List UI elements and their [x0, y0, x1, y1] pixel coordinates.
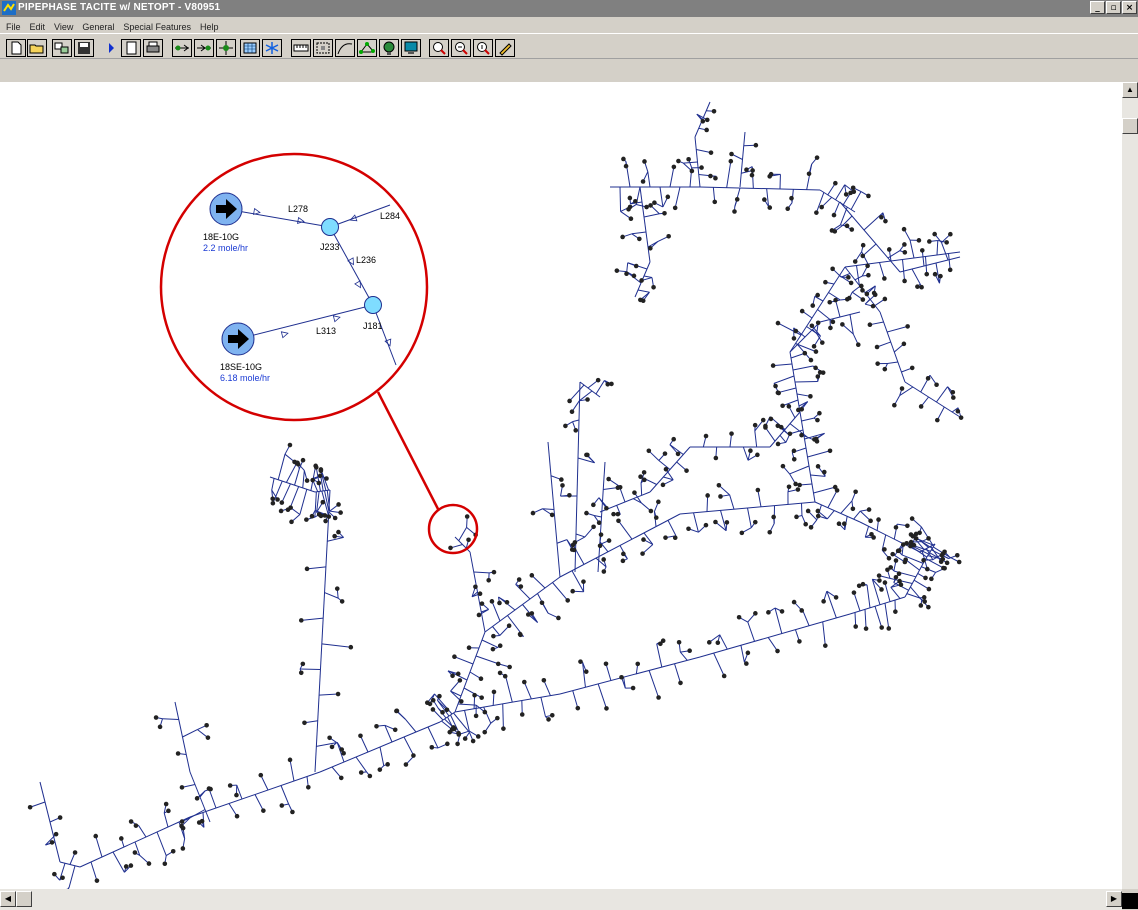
junction-label-j233: J233 — [320, 242, 340, 252]
link-label-l313: L313 — [316, 326, 336, 336]
source-label-1: 18E-10G — [203, 232, 239, 242]
page-icon[interactable] — [121, 39, 141, 57]
toolbar — [0, 33, 1138, 83]
globe-icon[interactable] — [379, 39, 399, 57]
print-icon[interactable] — [143, 39, 163, 57]
highlight-circle — [427, 503, 479, 555]
source-rate-2: 6.18 mole/hr — [220, 373, 270, 383]
vertical-scrollbar[interactable]: ▲ — [1122, 82, 1138, 889]
horizontal-scrollbar[interactable]: ◀ ▶ — [0, 889, 1122, 910]
window-title: PIPEPHASE TACITE w/ NETOPT - V80951 — [18, 2, 221, 13]
close-button[interactable]: × — [1122, 1, 1137, 14]
zoom-out-icon[interactable] — [473, 39, 493, 57]
monitor-icon[interactable] — [401, 39, 421, 57]
open-folder-icon[interactable] — [27, 39, 47, 57]
maximize-button[interactable]: ▫ — [1106, 1, 1121, 14]
scroll-thumb-horizontal[interactable] — [16, 891, 32, 907]
source-node-18se-10g[interactable] — [221, 322, 255, 356]
new-file-icon[interactable] — [6, 39, 26, 57]
network-canvas[interactable]: 18E-10G 2.2 mole/hr 18SE-10G 6.18 mole/h… — [0, 82, 1122, 889]
source-rate-1: 2.2 mole/hr — [203, 243, 248, 253]
sink-node-icon[interactable] — [194, 39, 214, 57]
pipe-links — [29, 101, 962, 889]
curve-icon[interactable] — [335, 39, 355, 57]
save-icon[interactable] — [74, 39, 94, 57]
source-node-icon[interactable] — [172, 39, 192, 57]
junction-node-j233[interactable] — [321, 218, 339, 236]
fit-view-icon[interactable] — [313, 39, 333, 57]
run-icon[interactable] — [101, 39, 121, 57]
minimize-button[interactable]: _ — [1090, 1, 1105, 14]
junction-node-icon[interactable] — [216, 39, 236, 57]
network-icon[interactable] — [357, 39, 377, 57]
import-icon[interactable] — [52, 39, 72, 57]
junction-label-j181: J181 — [363, 321, 383, 331]
toolbar-row — [0, 36, 1138, 59]
junction-node-j181[interactable] — [364, 296, 382, 314]
zoom-area-icon[interactable] — [451, 39, 471, 57]
callout-line — [376, 391, 440, 510]
scroll-thumb-vertical[interactable] — [1122, 118, 1138, 134]
detail-inset: 18E-10G 2.2 mole/hr 18SE-10G 6.18 mole/h… — [159, 152, 429, 422]
link-label-l284: L284 — [380, 211, 400, 221]
title-bar: PIPEPHASE TACITE w/ NETOPT - V80951 _ ▫ … — [0, 0, 1138, 17]
source-label-2: 18SE-10G — [220, 362, 262, 372]
app-icon — [2, 1, 16, 15]
ruler-icon[interactable] — [291, 39, 311, 57]
pipeline-network-diagram[interactable]: 18E-10G 2.2 mole/hr 18SE-10G 6.18 mole/h… — [0, 82, 1122, 889]
source-node-18e-10g[interactable] — [209, 192, 243, 226]
grid-icon[interactable] — [240, 39, 260, 57]
snowflake-icon[interactable] — [262, 39, 282, 57]
menu-bar: File Edit View General Special Features Help — [0, 17, 1138, 32]
link-label-l278: L278 — [288, 204, 308, 214]
scroll-up-button[interactable]: ▲ — [1122, 82, 1138, 98]
scroll-left-button[interactable]: ◀ — [0, 891, 16, 907]
zoom-in-icon[interactable] — [429, 39, 449, 57]
scroll-right-button[interactable]: ▶ — [1106, 891, 1122, 907]
scrollbar-corner — [1122, 889, 1138, 910]
pencil-icon[interactable] — [495, 39, 515, 57]
link-label-l236: L236 — [356, 255, 376, 265]
well-nodes — [27, 108, 964, 889]
